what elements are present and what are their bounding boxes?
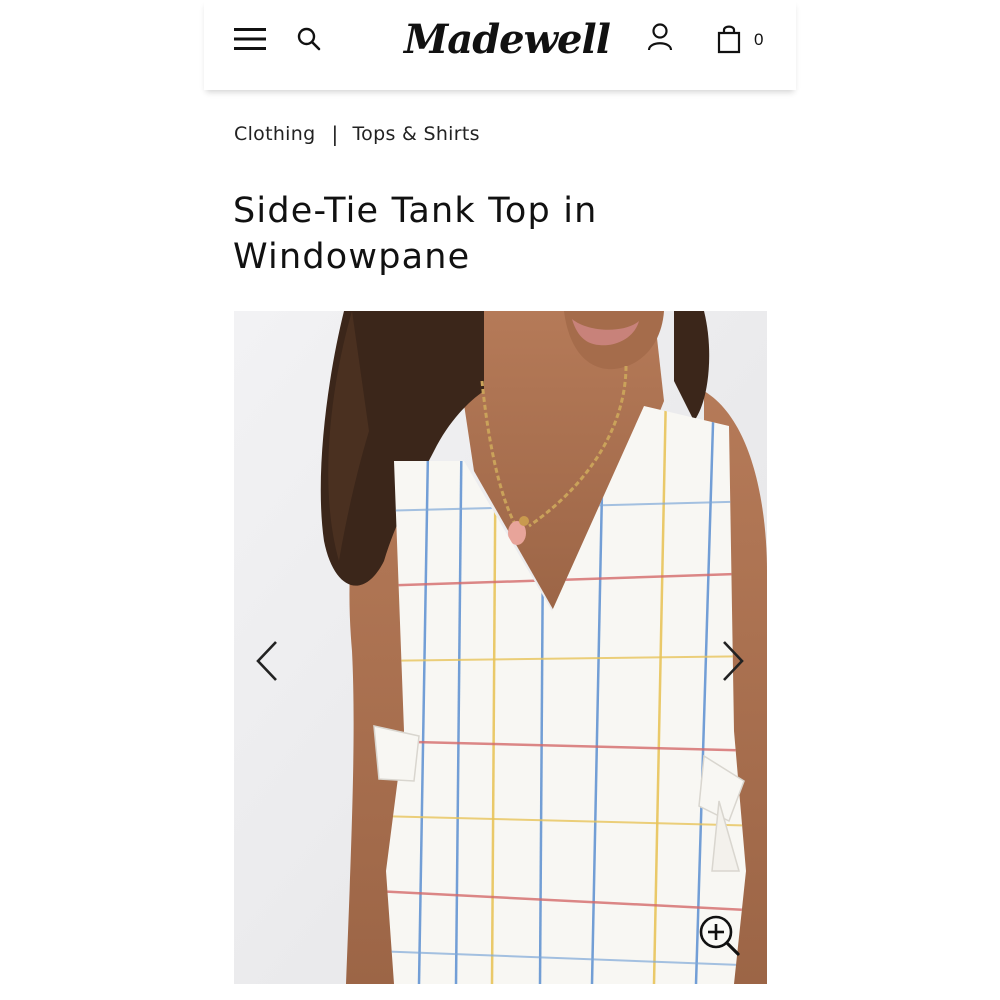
chevron-left-icon xyxy=(256,641,277,681)
next-image-button[interactable] xyxy=(716,636,750,686)
product-page: Madewell 0 Clothing | Tops & Shirts Side… xyxy=(0,0,1000,1000)
search-icon xyxy=(297,27,321,51)
product-image-carousel[interactable] xyxy=(234,311,767,984)
product-photo xyxy=(234,311,767,984)
brand-logo[interactable]: Madewell xyxy=(404,12,611,68)
menu-button[interactable] xyxy=(230,20,270,58)
breadcrumb-link-clothing[interactable]: Clothing xyxy=(234,123,315,145)
chevron-right-icon xyxy=(723,641,744,681)
site-header: Madewell 0 xyxy=(204,0,796,90)
breadcrumb: Clothing | Tops & Shirts xyxy=(234,118,480,150)
breadcrumb-separator: | xyxy=(331,122,339,146)
search-button[interactable] xyxy=(292,20,326,58)
bag-count-badge: 0 xyxy=(754,30,764,49)
shopping-bag-icon xyxy=(717,25,741,54)
zoom-in-icon xyxy=(699,915,740,956)
previous-image-button[interactable] xyxy=(250,636,284,686)
account-button[interactable] xyxy=(644,18,676,56)
product-title: Side-Tie Tank Top in Windowpane xyxy=(233,191,598,277)
zoom-button[interactable] xyxy=(696,913,742,959)
account-icon xyxy=(647,23,673,51)
hamburger-menu-icon xyxy=(234,28,266,50)
breadcrumb-link-tops-shirts[interactable]: Tops & Shirts xyxy=(353,123,480,145)
